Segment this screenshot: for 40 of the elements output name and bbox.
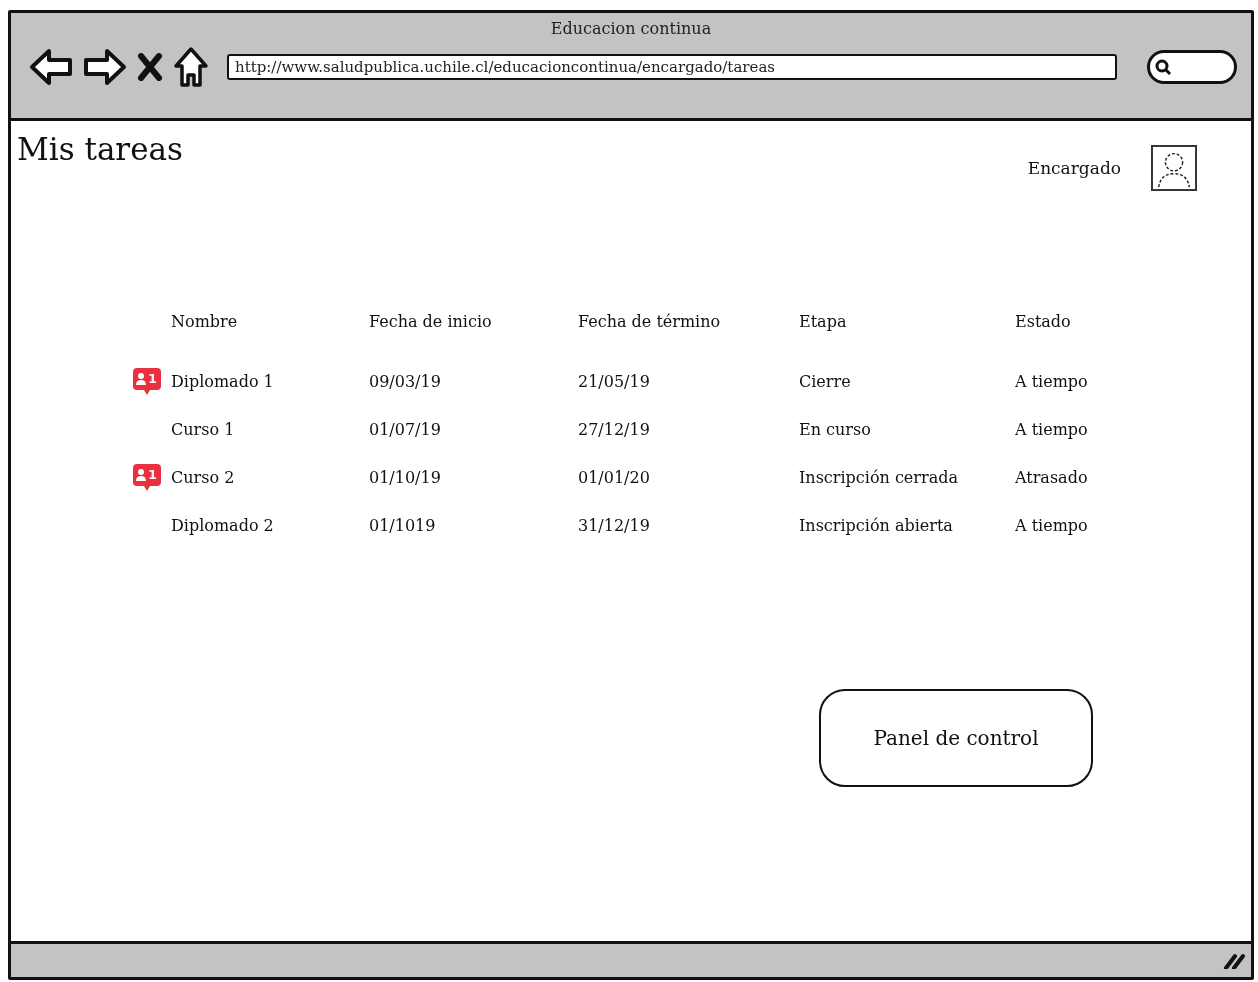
search-field[interactable] — [1147, 50, 1237, 84]
column-header: Etapa — [799, 310, 848, 333]
home-icon[interactable] — [173, 46, 209, 88]
notification-badge: 1 — [133, 463, 161, 491]
table-cell-text: 27/12/19 — [578, 418, 651, 441]
table-cell-text: Diplomado 2 — [171, 514, 275, 537]
column-header: Fecha de término — [578, 310, 722, 333]
table-cell-text: Inscripción cerrada — [799, 466, 959, 489]
back-icon[interactable] — [29, 48, 73, 86]
table-cell-text: A tiempo — [1015, 418, 1089, 441]
avatar-icon — [1151, 145, 1197, 191]
notification-badge: 1 — [133, 367, 161, 395]
table-cell-text: 01/07/19 — [369, 418, 442, 441]
resize-grip-icon[interactable] — [1223, 952, 1245, 969]
table-cell-text: 21/05/19 — [578, 370, 651, 393]
column-header: Fecha de inicio — [369, 310, 493, 333]
table-cell-text: Cierre — [799, 370, 852, 393]
table-cell-text: Curso 2 — [171, 466, 236, 489]
window-title: Educacion continua — [550, 19, 712, 38]
table-cell-text: 01/10/19 — [369, 466, 442, 489]
panel-button[interactable]: Panel de control — [819, 689, 1093, 787]
table-cell-text: 31/12/19 — [578, 514, 651, 537]
table-cell-text: 01/01/20 — [578, 466, 651, 489]
column-header: Nombre — [171, 310, 239, 333]
user-role: Encargado — [1027, 158, 1121, 178]
table-cell-text: Curso 1 — [171, 418, 236, 441]
forward-icon[interactable] — [83, 48, 127, 86]
table-cell-text: A tiempo — [1015, 370, 1089, 393]
table-cell-text: Inscripción abierta — [799, 514, 954, 537]
table-cell-text: Atrasado — [1015, 466, 1089, 489]
url-field[interactable]: http://www.saludpublica.uchile.cl/educacioncontinua/encargado/tareas — [227, 54, 1117, 80]
table-cell-text: En curso — [799, 418, 872, 441]
page-title: Mis tareas — [17, 131, 183, 169]
table-cell-text: Diplomado 1 — [171, 370, 275, 393]
search-icon — [1154, 58, 1172, 76]
column-header: Estado — [1015, 310, 1072, 333]
table-cell-text: 09/03/19 — [369, 370, 442, 393]
close-icon[interactable] — [137, 53, 163, 81]
table-cell-text: A tiempo — [1015, 514, 1089, 537]
table-cell-text: 01/1019 — [369, 514, 437, 537]
